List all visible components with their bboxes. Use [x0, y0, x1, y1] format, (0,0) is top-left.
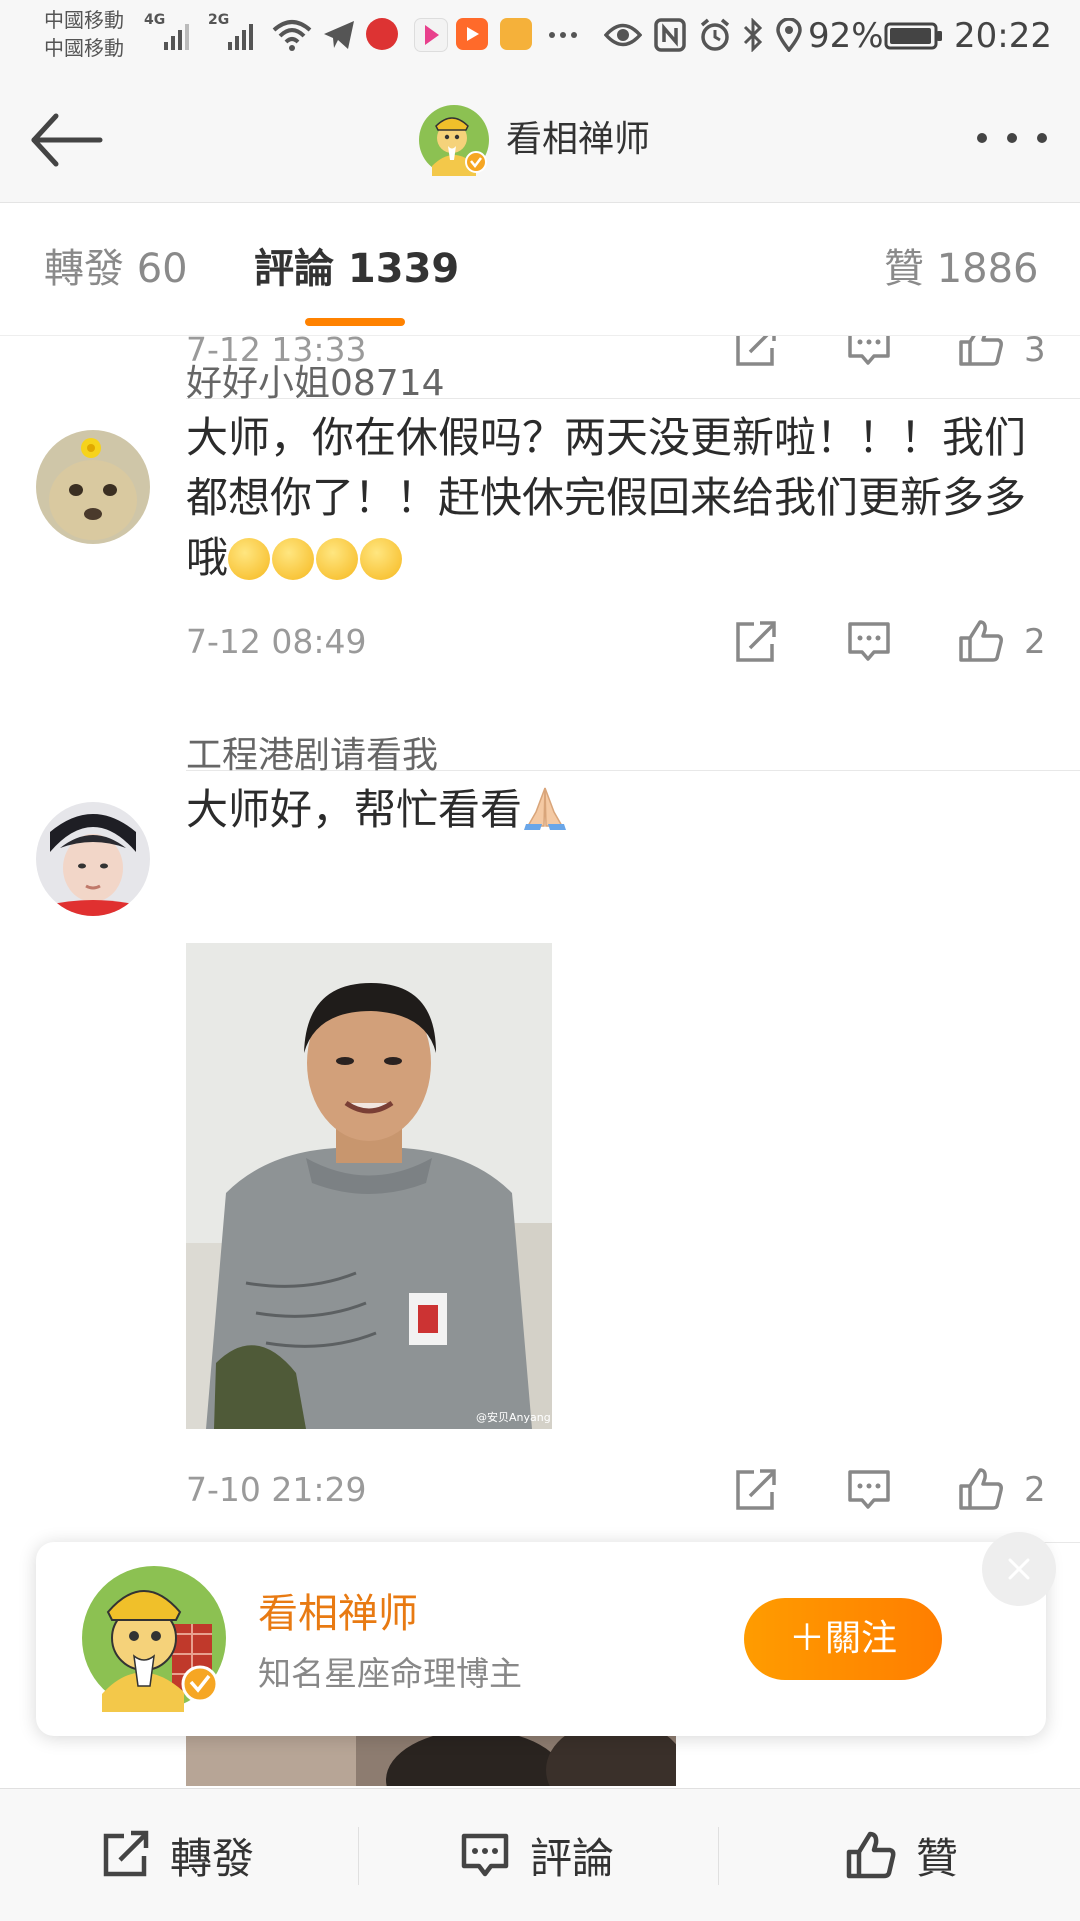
- signal-bars-2-icon: [228, 22, 253, 50]
- follow-button[interactable]: ＋關注: [744, 1598, 942, 1680]
- comment-label: 評論: [530, 1833, 615, 1883]
- alarm-icon: [700, 18, 730, 51]
- like-label: 贊: [916, 1833, 959, 1883]
- repost-icon: [103, 1830, 149, 1877]
- comment-text: 大师好，帮忙看看: [186, 780, 1046, 846]
- comment-text: 大师，你在休假吗？两天没更新啦！！！我们都想你了！！赶快休完假回来给我们更新多多…: [186, 408, 1046, 588]
- cmb-icon: [366, 18, 398, 50]
- close-icon: [1008, 1558, 1030, 1580]
- like-button[interactable]: 贊: [844, 1789, 958, 1921]
- status-bar: 中國移動 中國移動 4G 2G 92% 20:22: [0, 0, 1080, 78]
- bottom-action-bar: 轉發 評論 贊: [0, 1788, 1080, 1921]
- network-type-2: 2G: [208, 12, 230, 28]
- like-icon: [846, 1831, 896, 1879]
- bluetooth-icon: [743, 18, 763, 52]
- comment-icon[interactable]: [844, 1464, 894, 1514]
- reader-icon: [500, 18, 532, 50]
- comment-username[interactable]: 好好小姐08714: [186, 360, 445, 408]
- repost-label: 轉發: [170, 1833, 255, 1883]
- comment-time: 7-12 08:49: [186, 622, 367, 661]
- tab-likes[interactable]: 贊 1886: [884, 243, 1039, 295]
- like-icon[interactable]: [956, 616, 1006, 666]
- more-dots-icon[interactable]: [972, 118, 1052, 158]
- video-icon: [456, 18, 488, 50]
- clock-time: 20:22: [954, 16, 1052, 56]
- repost-icon[interactable]: [730, 336, 780, 370]
- carrier-2: 中國移動: [44, 36, 124, 60]
- like-count: 3: [1024, 336, 1046, 370]
- battery-icon: [884, 22, 942, 50]
- more-notifications-icon: [549, 32, 577, 38]
- comment-icon[interactable]: [844, 616, 894, 666]
- comment-button[interactable]: 評論: [458, 1789, 614, 1921]
- nfc-icon: [654, 18, 686, 52]
- signal-bars-1-icon: [164, 22, 189, 50]
- tab-reposts[interactable]: 轉發 60: [44, 243, 188, 295]
- nav-bar: 看相禅师: [0, 78, 1080, 203]
- comment-time: 7-10 21:29: [186, 1470, 367, 1509]
- comment-icon: [461, 1833, 509, 1877]
- comment-photo[interactable]: @安贝Anyang: [186, 943, 552, 1429]
- user-avatar[interactable]: [36, 430, 150, 544]
- repost-button[interactable]: 轉發: [98, 1789, 254, 1921]
- comment-text-content: 大师好，帮忙看看: [186, 785, 523, 834]
- blushing-emoji-icon: [228, 538, 271, 580]
- blogger-avatar[interactable]: [418, 104, 490, 176]
- blushing-emoji-icon: [360, 538, 403, 580]
- blushing-emoji-icon: [316, 538, 359, 580]
- wifi-icon: [272, 20, 312, 51]
- blogger-name[interactable]: 看相禅师: [258, 1588, 418, 1640]
- close-card-button[interactable]: [982, 1532, 1056, 1606]
- network-type-1: 4G: [144, 12, 166, 28]
- separator: [718, 1827, 719, 1885]
- like-icon[interactable]: [956, 336, 1006, 370]
- like-count: 2: [1024, 622, 1046, 662]
- location-icon: [776, 18, 802, 52]
- youku-icon: [414, 18, 448, 52]
- blogger-avatar[interactable]: [80, 1564, 228, 1712]
- blogger-description: 知名星座命理博主: [258, 1654, 522, 1693]
- blushing-emoji-icon: [272, 538, 315, 580]
- like-icon[interactable]: [956, 1464, 1006, 1514]
- battery-percent: 92%: [808, 16, 884, 56]
- like-count: 2: [1024, 1470, 1046, 1510]
- separator: [358, 1827, 359, 1885]
- tab-comments[interactable]: 評論 1339: [254, 243, 459, 295]
- tab-bar: 轉發 60 評論 1339 贊 1886: [0, 203, 1080, 336]
- carrier-labels: 中國移動 中國移動: [44, 6, 124, 62]
- user-avatar[interactable]: [36, 802, 150, 916]
- comment-icon[interactable]: [844, 336, 894, 370]
- repost-icon[interactable]: [730, 616, 780, 666]
- carrier-1: 中國移動: [44, 8, 124, 32]
- back-arrow-icon[interactable]: [26, 108, 106, 172]
- eye-icon: [604, 23, 642, 47]
- photo-watermark: @安贝Anyang: [476, 1410, 551, 1424]
- comment-username[interactable]: 工程港剧请看我: [186, 732, 438, 780]
- follow-suggestion-card: 看相禅师 知名星座命理博主 ＋關注: [36, 1532, 1056, 1736]
- repost-icon[interactable]: [730, 1464, 780, 1514]
- telegram-icon: [324, 21, 354, 49]
- folded-hands-emoji-icon: [522, 784, 568, 846]
- page-title[interactable]: 看相禅师: [506, 116, 650, 164]
- active-tab-indicator: [305, 318, 405, 326]
